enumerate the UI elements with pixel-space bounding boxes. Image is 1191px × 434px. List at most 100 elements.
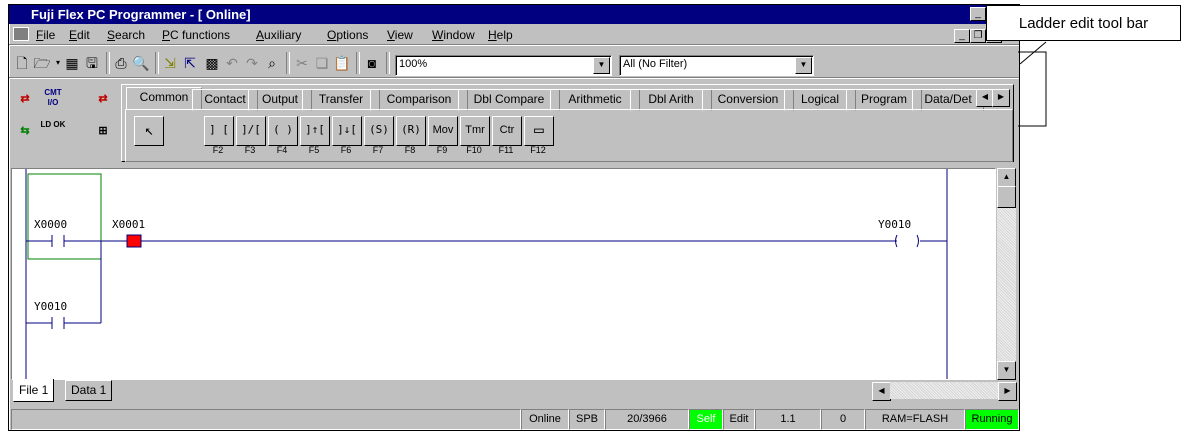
- status-bar: Online SPB 20/3966 Self Edit 1.1 0 RAM=F…: [9, 407, 1019, 430]
- child-restore-icon[interactable]: ❐: [970, 29, 986, 43]
- scroll-up-icon[interactable]: ▲: [997, 168, 1016, 187]
- tab-dbl-arith[interactable]: Dbl Arith: [630, 89, 712, 111]
- menu-help[interactable]: Help: [488, 28, 513, 42]
- palette-panel: ↖ ] [ ]/[ ( ) ]↑[ ]↓[ (S) (R) Mov Tmr Ct…: [125, 109, 1013, 162]
- status-edit: Edit: [723, 409, 755, 430]
- tab-data-det[interactable]: Data/Det: [912, 89, 984, 111]
- tab-arithmetic[interactable]: Arithmetic: [550, 89, 640, 111]
- status-count: 0: [821, 409, 865, 430]
- plc-read-icon[interactable]: ▦: [63, 54, 81, 72]
- toolbar-separator: [286, 52, 290, 74]
- callout-leader: [1018, 41, 1047, 127]
- undo-icon[interactable]: ↶: [223, 54, 241, 72]
- tab-transfer[interactable]: Transfer: [302, 89, 380, 111]
- transfer-from-plc-icon[interactable]: ⇱: [181, 54, 199, 72]
- coil-label: Y0010: [878, 218, 912, 231]
- output-coil-button[interactable]: ( ): [268, 116, 298, 146]
- ladder-editor[interactable]: X0000 X0001 Y0010 Y0010: [11, 168, 996, 380]
- fkey-label: F12: [530, 145, 546, 155]
- help-pointer-icon[interactable]: ◙: [363, 54, 381, 72]
- toolbar-separator: [155, 52, 159, 74]
- tab-data-1[interactable]: Data 1: [65, 380, 113, 401]
- menu-bar: File Edit Search PC functions Auxiliary …: [9, 25, 1019, 45]
- scroll-thumb[interactable]: [997, 186, 1016, 208]
- scroll-down-icon[interactable]: ▼: [997, 361, 1016, 380]
- chevron-down-icon[interactable]: ▼: [593, 57, 610, 74]
- timer-button[interactable]: Tmr: [460, 116, 490, 146]
- transfer-to-plc-icon[interactable]: ⇲: [161, 54, 179, 72]
- zoom-select[interactable]: 100% ▼: [395, 55, 612, 76]
- move-button[interactable]: Mov: [428, 116, 458, 146]
- tab-program[interactable]: Program: [846, 89, 922, 111]
- status-version: 1.1: [755, 409, 821, 430]
- document-icon[interactable]: [13, 27, 29, 41]
- ladder-edit-toolbar: Common Contact Output Transfer Compariso…: [121, 84, 1014, 162]
- menu-auxiliary[interactable]: Auxiliary: [256, 28, 301, 42]
- function-block-button[interactable]: ▭: [524, 116, 554, 146]
- chevron-down-icon[interactable]: ▼: [795, 57, 812, 74]
- status-steps: 20/3966: [605, 409, 689, 430]
- tab-conversion[interactable]: Conversion: [702, 89, 794, 111]
- file-tabs: File 1 Data 1: [11, 379, 871, 402]
- comment-io-icon[interactable]: CMT I/O: [40, 88, 66, 112]
- copy-icon[interactable]: ❏: [313, 54, 331, 72]
- set-coil-button[interactable]: (S): [364, 116, 394, 146]
- redo-icon[interactable]: ↷: [243, 54, 261, 72]
- chevron-right-icon[interactable]: ▶: [992, 89, 1010, 107]
- status-running: Running: [965, 409, 1019, 430]
- minimize-icon[interactable]: _: [970, 7, 986, 21]
- rung-insert-icon[interactable]: ⇄: [12, 88, 38, 112]
- counter-button[interactable]: Ctr: [492, 116, 522, 146]
- tab-dbl-compare[interactable]: Dbl Compare: [458, 89, 560, 111]
- select-arrow-icon[interactable]: ↖: [134, 116, 164, 146]
- no-contact-button[interactable]: ] [: [204, 116, 234, 146]
- menu-window[interactable]: Window: [432, 28, 475, 42]
- paste-icon[interactable]: 📋: [333, 54, 351, 72]
- menu-search[interactable]: Search: [107, 28, 145, 42]
- horizontal-scrollbar[interactable]: ◀ ▶: [872, 380, 1017, 402]
- ladder-check-icon[interactable]: LD OK: [40, 120, 66, 144]
- save-icon[interactable]: 🖫: [83, 54, 101, 72]
- rung-delete-icon[interactable]: ⇄: [90, 88, 116, 112]
- toolbar-separator: [386, 52, 390, 74]
- monitor-icon[interactable]: ▩: [203, 54, 221, 72]
- fkey-label: F6: [340, 145, 352, 155]
- new-file-icon[interactable]: 🗋: [13, 54, 31, 72]
- fkey-label: F3: [244, 145, 256, 155]
- find-icon[interactable]: ⌕: [263, 54, 281, 72]
- cut-icon[interactable]: ✂: [293, 54, 311, 72]
- menu-pc-functions[interactable]: PC functions: [162, 28, 230, 42]
- print-preview-icon[interactable]: 🔍: [132, 54, 150, 72]
- menu-view[interactable]: View: [387, 28, 413, 42]
- menu-options[interactable]: Options: [327, 28, 368, 42]
- reset-coil-button[interactable]: (R): [396, 116, 426, 146]
- fkey-label: F7: [372, 145, 384, 155]
- standard-toolbar: 🗋 🗁 ▾ ▦ 🖫 ⎙ 🔍 ⇲ ⇱ ▩ ↶ ↷ ⌕ ✂ ❏ 📋 ◙ 100% ▼…: [9, 46, 1019, 76]
- scroll-left-icon[interactable]: ◀: [872, 382, 891, 401]
- status-mode: Online: [521, 409, 569, 430]
- menu-edit[interactable]: Edit: [69, 28, 90, 42]
- vertical-scrollbar[interactable]: ▲ ▼: [997, 168, 1016, 380]
- tab-comparison[interactable]: Comparison: [370, 89, 468, 111]
- rung-swap-icon[interactable]: ⇆: [12, 120, 38, 144]
- filter-select[interactable]: All (No Filter) ▼: [619, 55, 814, 76]
- contact-label: X0001: [112, 218, 146, 231]
- menu-file[interactable]: File: [36, 28, 55, 42]
- fkey-label: F4: [276, 145, 288, 155]
- contact-label: X0000: [34, 218, 68, 231]
- fkey-label: F9: [436, 145, 448, 155]
- tab-common[interactable]: Common: [126, 87, 202, 110]
- fkey-label: F2: [212, 145, 224, 155]
- nc-contact-button[interactable]: ]/[: [236, 116, 266, 146]
- scroll-track[interactable]: [890, 382, 998, 399]
- child-minimize-icon[interactable]: _: [954, 29, 970, 43]
- tab-file-1[interactable]: File 1: [13, 379, 55, 402]
- scroll-right-icon[interactable]: ▶: [998, 382, 1017, 401]
- block-view-icon[interactable]: ⊞: [90, 120, 116, 144]
- toolbar-separator: [356, 52, 360, 74]
- rising-edge-button[interactable]: ]↑[: [300, 116, 330, 146]
- ladder-canvas: [25, 169, 948, 379]
- print-icon[interactable]: ⎙: [112, 54, 130, 72]
- falling-edge-button[interactable]: ]↓[: [332, 116, 362, 146]
- contact-label: Y0010: [34, 300, 68, 313]
